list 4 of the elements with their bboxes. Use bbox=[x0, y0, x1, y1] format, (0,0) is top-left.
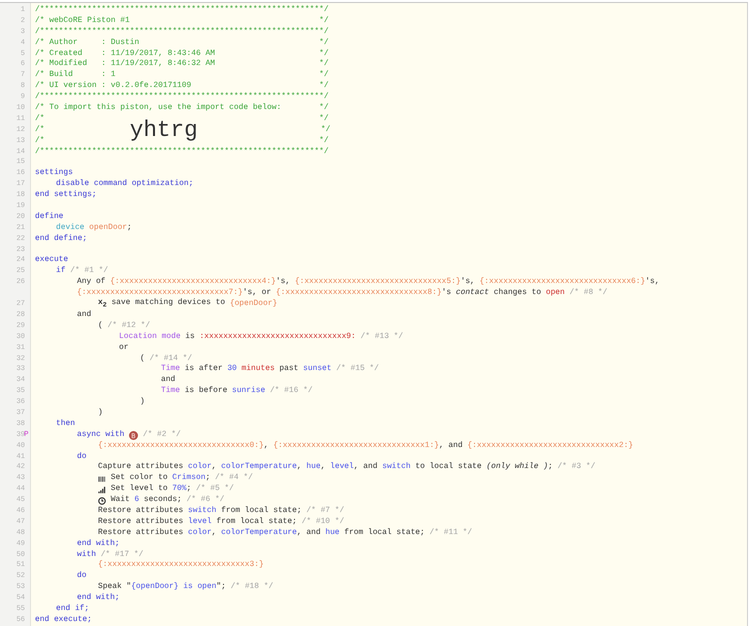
signal-bars-icon bbox=[98, 486, 106, 494]
color-bars-icon bbox=[98, 474, 106, 483]
circle-icon bbox=[129, 430, 138, 440]
clock-icon bbox=[98, 496, 106, 505]
